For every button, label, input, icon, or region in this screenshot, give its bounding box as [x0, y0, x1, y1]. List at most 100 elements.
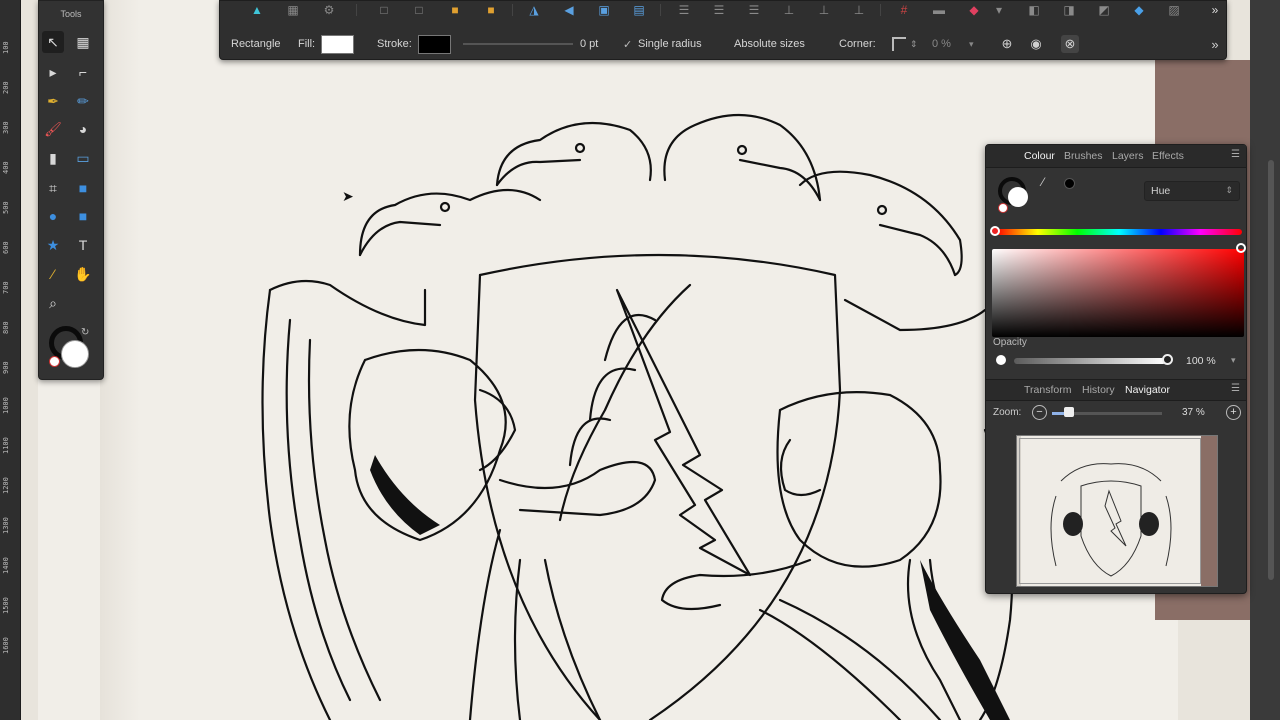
- swap-colors-icon[interactable]: ↻: [81, 327, 89, 338]
- picked-colour-swatch[interactable]: [1064, 178, 1075, 189]
- boolean-divide-icon[interactable]: ◆: [1130, 2, 1148, 18]
- boolean-xor-icon[interactable]: ◩: [1095, 2, 1113, 18]
- hue-slider[interactable]: [996, 229, 1242, 235]
- grid-icon[interactable]: #: [895, 2, 913, 18]
- order-front-icon[interactable]: ■: [482, 2, 500, 18]
- fill-stroke-well[interactable]: ↻: [49, 326, 95, 372]
- single-radius-label[interactable]: Single radius: [638, 38, 702, 50]
- pencil-tool-icon[interactable]: ✏: [72, 90, 94, 112]
- zoom-value[interactable]: 37 %: [1182, 407, 1205, 418]
- opacity-slider-knob[interactable]: [1162, 354, 1173, 365]
- hue-slider-knob[interactable]: [990, 226, 1000, 236]
- flip-horizontal-icon[interactable]: ◮: [525, 2, 543, 18]
- snapping-icon[interactable]: □: [410, 2, 428, 18]
- opacity-slider[interactable]: [1014, 358, 1166, 364]
- flip-vertical-icon[interactable]: ◀: [560, 2, 578, 18]
- toolbar-expand-icon[interactable]: »: [1206, 2, 1224, 18]
- align-right-icon[interactable]: ☰: [745, 2, 763, 18]
- combine-icon[interactable]: ▨: [1165, 2, 1183, 18]
- align-top-icon[interactable]: ⊥: [780, 2, 798, 18]
- fill-well[interactable]: [1008, 187, 1028, 207]
- no-color-icon[interactable]: [49, 356, 60, 367]
- saturation-knob[interactable]: [1236, 243, 1246, 253]
- move-tool-icon[interactable]: ↖: [42, 31, 64, 53]
- rotate-left-icon[interactable]: ▣: [595, 2, 613, 18]
- stroke-label: Stroke:: [377, 38, 412, 50]
- order-back-icon[interactable]: ■: [446, 2, 464, 18]
- rotate-right-icon[interactable]: ▤: [630, 2, 648, 18]
- color-picker-tool-icon[interactable]: ⁄: [42, 263, 64, 285]
- zoom-in-icon[interactable]: +: [1226, 405, 1241, 420]
- corner-dropdown-icon[interactable]: ▾: [969, 39, 974, 50]
- dropdown-icon[interactable]: ▾: [990, 2, 1008, 18]
- corner-value-field[interactable]: 0 %: [932, 38, 951, 50]
- stroke-swatch-button[interactable]: [418, 35, 451, 54]
- opacity-value[interactable]: 100 %: [1186, 355, 1216, 367]
- star-tool-icon[interactable]: ★: [42, 234, 64, 256]
- ruler-label: 500: [2, 201, 10, 214]
- corner-stepper-icon[interactable]: ⇕: [910, 39, 918, 50]
- fill-swatch-button[interactable]: [321, 35, 354, 54]
- tools-panel-title: Tools: [60, 9, 82, 19]
- rectangle-tool-icon[interactable]: ■: [72, 177, 94, 199]
- pen-tool-icon[interactable]: ✒: [42, 90, 64, 112]
- fill-tool-icon[interactable]: ◕: [72, 118, 94, 140]
- boolean-add-icon[interactable]: ◆: [965, 2, 983, 18]
- tab-colour[interactable]: Colour: [1024, 150, 1055, 162]
- tab-layers[interactable]: Layers: [1112, 150, 1144, 162]
- snapping-options-icon[interactable]: ▬: [930, 2, 948, 18]
- crop-tool-icon[interactable]: ⌗: [42, 177, 64, 199]
- zoom-tool-icon[interactable]: ⌕: [42, 292, 64, 314]
- corner-type-icon[interactable]: [892, 37, 906, 51]
- artboard-tool-icon[interactable]: ▦: [72, 31, 94, 53]
- context-expand-icon[interactable]: »: [1206, 35, 1224, 53]
- navigator-preview[interactable]: [1016, 435, 1218, 587]
- tools-panel: Tools ↖ ▦ ▸ ⌐ ✒ ✏ 🖌 ◕ ▮ ▭ ⌗ ■ ● ■ ★ T ⁄ …: [38, 0, 104, 380]
- single-radius-checkbox-icon[interactable]: ✓: [623, 38, 632, 51]
- colour-wells[interactable]: [994, 175, 1044, 215]
- boolean-intersect-icon[interactable]: ◨: [1060, 2, 1078, 18]
- panel-menu-icon[interactable]: ☰: [1231, 383, 1240, 394]
- colour-picker-icon[interactable]: ⁄: [1042, 175, 1044, 189]
- corner-tool-icon[interactable]: ⌐: [72, 61, 94, 83]
- saturation-lightness-box[interactable]: [992, 249, 1244, 337]
- view-tool-icon[interactable]: ✋: [72, 263, 94, 285]
- place-image-tool-icon[interactable]: ▭: [72, 147, 94, 169]
- opacity-dropdown-icon[interactable]: ▾: [1231, 355, 1236, 366]
- tab-effects[interactable]: Effects: [1152, 150, 1184, 162]
- ellipse-tool-icon[interactable]: ●: [42, 205, 64, 227]
- navigator-view-frame[interactable]: [1019, 438, 1201, 584]
- tab-transform[interactable]: Transform: [1024, 384, 1071, 396]
- transform-origin-icon[interactable]: ⊕: [998, 35, 1016, 53]
- convert-to-curves-icon[interactable]: ⊗: [1061, 35, 1079, 53]
- rounded-rectangle-tool-icon[interactable]: ■: [72, 205, 94, 227]
- hide-selection-icon[interactable]: ◉: [1027, 35, 1045, 53]
- artistic-text-tool-icon[interactable]: T: [72, 234, 94, 256]
- transparency-tool-icon[interactable]: ▮: [42, 147, 64, 169]
- toolbar-icons-row: ▲ ▦ ⚙ □ □ ■ ■ ◮ ◀ ▣ ▤ ☰ ☰ ☰ ⊥ ⊥ ⊥ # ▬ ◆ …: [220, 1, 1226, 21]
- document-setup-icon[interactable]: □: [375, 2, 393, 18]
- stroke-width-value[interactable]: 0 pt: [580, 38, 598, 50]
- pixel-persona-icon[interactable]: ▦: [284, 2, 302, 18]
- node-tool-icon[interactable]: ▸: [42, 61, 64, 83]
- align-bottom-icon[interactable]: ⊥: [850, 2, 868, 18]
- tab-brushes[interactable]: Brushes: [1064, 150, 1103, 162]
- vector-brush-tool-icon[interactable]: 🖌: [42, 118, 64, 140]
- no-colour-icon[interactable]: [998, 203, 1008, 213]
- fill-color-swatch[interactable]: [61, 340, 89, 368]
- absolute-sizes-label[interactable]: Absolute sizes: [734, 38, 805, 50]
- align-middle-icon[interactable]: ⊥: [815, 2, 833, 18]
- align-left-icon[interactable]: ☰: [675, 2, 693, 18]
- tab-history[interactable]: History: [1082, 384, 1115, 396]
- boolean-subtract-icon[interactable]: ◧: [1025, 2, 1043, 18]
- zoom-slider-knob[interactable]: [1064, 407, 1074, 417]
- vertical-ruler[interactable]: 100 200 300 400 500 600 700 800 900 1000…: [0, 0, 21, 720]
- panel-menu-icon[interactable]: ☰: [1231, 149, 1240, 160]
- align-center-icon[interactable]: ☰: [710, 2, 728, 18]
- persona-designer-icon[interactable]: ▲: [248, 2, 266, 18]
- zoom-out-icon[interactable]: −: [1032, 405, 1047, 420]
- colour-model-select[interactable]: Hue ⇕: [1144, 181, 1240, 201]
- export-persona-icon[interactable]: ⚙: [320, 2, 338, 18]
- tab-navigator[interactable]: Navigator: [1125, 384, 1170, 396]
- stroke-width-slider[interactable]: [463, 43, 573, 45]
